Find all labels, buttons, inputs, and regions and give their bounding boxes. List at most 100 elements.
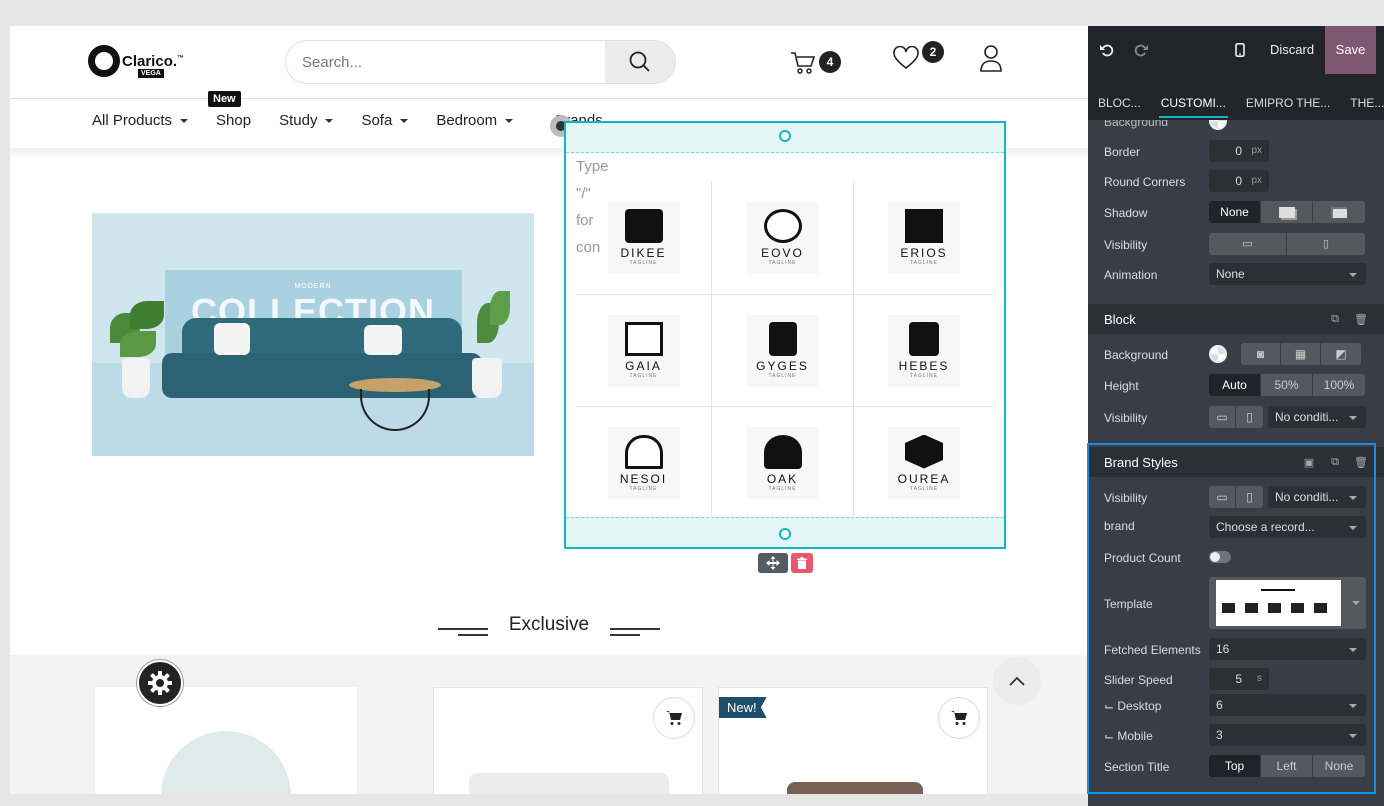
- search-input[interactable]: [302, 41, 602, 83]
- brand-name: OAK: [766, 471, 799, 486]
- search-button[interactable]: [605, 41, 675, 83]
- discard-button[interactable]: Discard: [1258, 26, 1326, 74]
- chevron-down-icon: [180, 118, 189, 123]
- account-button[interactable]: [980, 44, 1002, 77]
- shadow-outset-option[interactable]: [1261, 201, 1313, 223]
- hide-desktop-option[interactable]: ▭: [1209, 233, 1287, 255]
- nav-shop[interactable]: Shop: [216, 112, 251, 129]
- undo-button[interactable]: [1100, 26, 1114, 74]
- round-corners-input[interactable]: 0 px: [1209, 170, 1269, 192]
- add-to-cart-button[interactable]: [938, 697, 980, 739]
- wishlist-count-badge: 2: [922, 41, 944, 63]
- brand-mark: [624, 434, 663, 469]
- mobile-preview-button[interactable]: [1235, 26, 1245, 74]
- brand-cell-ourea[interactable]: OUREA TAGLINE: [854, 407, 994, 519]
- brand-logo: OAK TAGLINE: [746, 427, 819, 499]
- film-icon: ▦: [1294, 347, 1307, 361]
- height-100-option[interactable]: 100%: [1313, 374, 1365, 396]
- brand-mark: [763, 209, 802, 243]
- block-background-options: ◙ ▦ ◩: [1241, 343, 1361, 365]
- cart-icon: [951, 711, 967, 725]
- shadow-none-option[interactable]: None: [1209, 201, 1261, 223]
- brand-cell-dikee[interactable]: DIKEE TAGLINE: [576, 181, 712, 295]
- hide-desktop-option[interactable]: ▭: [1209, 406, 1236, 428]
- product-image: [469, 773, 669, 794]
- brand-cell-gyges[interactable]: GYGES TAGLINE: [712, 295, 854, 407]
- brand-styles-highlight: [1087, 443, 1376, 794]
- hide-mobile-option[interactable]: ▯: [1236, 406, 1263, 428]
- tab-customize[interactable]: CUSTOMI...: [1151, 74, 1236, 120]
- section-title-exclusive: Exclusive: [508, 614, 590, 635]
- nav-all-products[interactable]: All Products: [92, 112, 189, 129]
- brand-tagline: TAGLINE: [909, 485, 939, 492]
- background-color-picker[interactable]: [1209, 120, 1227, 130]
- tab-blocks[interactable]: BLOC...: [1088, 74, 1151, 120]
- shadow-inset-option[interactable]: [1313, 201, 1365, 223]
- block-color-picker[interactable]: [1209, 345, 1227, 363]
- brand-mark: [624, 322, 663, 356]
- unit-label: px: [1251, 145, 1262, 156]
- plant-leaf: [130, 301, 164, 329]
- bg-video-option[interactable]: ▦: [1281, 343, 1321, 365]
- search-bar: [285, 40, 676, 84]
- brand-tagline: TAGLINE: [768, 485, 797, 492]
- brand-cell-erios[interactable]: ERIOS TAGLINE: [854, 181, 994, 295]
- brand-name: GAIA: [625, 359, 662, 373]
- cart-button[interactable]: [790, 50, 816, 81]
- brand-cell-nesoi[interactable]: NESOI TAGLINE: [576, 407, 712, 519]
- animation-select[interactable]: None: [1209, 263, 1366, 285]
- brand-tagline: TAGLINE: [768, 373, 797, 379]
- field-value: 0: [1235, 144, 1242, 158]
- redo-button[interactable]: [1134, 26, 1148, 74]
- nav-bedroom[interactable]: Bedroom: [436, 112, 514, 129]
- bg-image-option[interactable]: ◙: [1241, 343, 1281, 365]
- resize-handle-bottom[interactable]: [779, 528, 791, 540]
- trash-icon[interactable]: 🗑: [1354, 312, 1368, 326]
- brand-cell-oak[interactable]: OAK TAGLINE: [712, 407, 854, 519]
- hide-mobile-option[interactable]: ▯: [1287, 233, 1365, 255]
- settings-button[interactable]: [137, 660, 183, 706]
- shape-icon: ◩: [1335, 347, 1347, 361]
- label-shadow: Shadow: [1104, 206, 1148, 220]
- brand-name: DIKEE: [620, 246, 667, 260]
- plant-leaf: [490, 291, 510, 325]
- border-width-input[interactable]: 0 px: [1209, 140, 1269, 162]
- resize-handle-top[interactable]: [779, 130, 791, 142]
- brand-cell-hebes[interactable]: HEBES TAGLINE: [854, 295, 994, 407]
- field-value: 0: [1235, 174, 1242, 188]
- visibility-selector: ▭ ▯: [1209, 233, 1365, 255]
- tab-emipro-theme[interactable]: EMIPRO THE...: [1236, 74, 1340, 120]
- duplicate-icon[interactable]: ⧉: [1328, 312, 1342, 326]
- collection-banner[interactable]: MODERN COLLECTION: [92, 213, 534, 456]
- website-preview: Clarico.™ VEGA 4 2 All Products Shop Stu…: [10, 26, 1088, 794]
- tab-theme[interactable]: THE...: [1340, 74, 1384, 120]
- height-auto-option[interactable]: Auto: [1209, 374, 1261, 396]
- brand-name: NESOI: [619, 471, 668, 486]
- block-visibility-select[interactable]: No conditi...: [1268, 406, 1366, 428]
- scroll-to-top-button[interactable]: [993, 657, 1041, 705]
- save-button[interactable]: Save: [1325, 26, 1376, 74]
- brand-logo: HEBES TAGLINE: [888, 314, 960, 387]
- brand-snippet-selected[interactable]: Type "/" for con DIKEE TAGLINE EOVO TAGLIN…: [564, 121, 1006, 549]
- label-height: Height: [1104, 379, 1139, 393]
- nav-study[interactable]: Study: [279, 112, 334, 129]
- bg-shape-option[interactable]: ◩: [1321, 343, 1361, 365]
- height-selector: Auto 50% 100%: [1209, 374, 1365, 396]
- brand-cell-gaia[interactable]: GAIA TAGLINE: [576, 295, 712, 407]
- brand-cell-eovo[interactable]: EOVO TAGLINE: [712, 181, 854, 295]
- move-handle[interactable]: [758, 553, 788, 573]
- redo-icon: [1134, 44, 1148, 57]
- height-50-option[interactable]: 50%: [1261, 374, 1313, 396]
- snippet-tools: [758, 553, 813, 573]
- product-card[interactable]: [94, 686, 358, 794]
- brand-logo: OUREA TAGLINE: [888, 427, 960, 499]
- delete-snippet-button[interactable]: [791, 553, 813, 573]
- nav-sofa[interactable]: Sofa: [361, 112, 409, 129]
- mobile-icon: [1235, 43, 1245, 57]
- hint-line: Type: [576, 158, 609, 175]
- color-swatch: [1209, 120, 1227, 130]
- add-to-cart-button[interactable]: [653, 697, 695, 739]
- wishlist-button[interactable]: [893, 45, 919, 75]
- nav-label: Study: [279, 112, 318, 129]
- site-logo[interactable]: Clarico.™ VEGA: [88, 45, 184, 78]
